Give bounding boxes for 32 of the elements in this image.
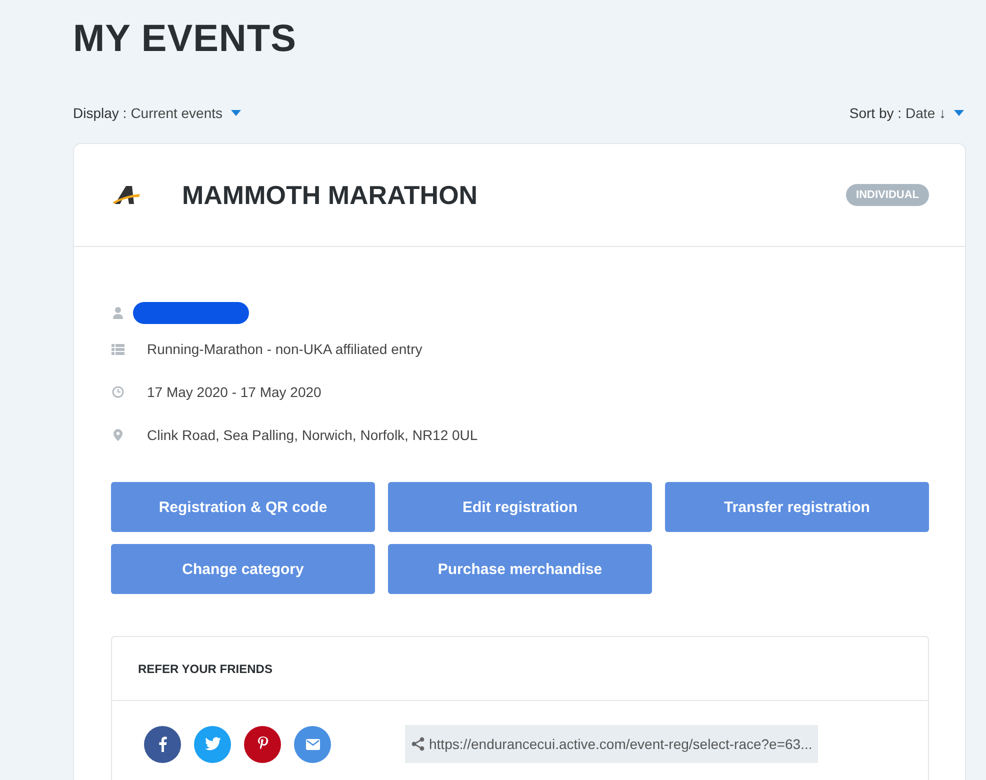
page-title: MY EVENTS (73, 18, 298, 61)
event-title: MAMMOTH MARATHON (182, 180, 479, 210)
action-button[interactable]: Registration & QR code (111, 482, 375, 532)
action-button[interactable]: Transfer registration (665, 482, 929, 532)
clock-icon (111, 386, 125, 398)
display-dropdown[interactable]: Current events (130, 105, 241, 121)
event-type-badge: INDIVIDUAL (846, 184, 929, 206)
person-icon (111, 307, 125, 319)
social-share-button[interactable] (244, 726, 281, 762)
caret-icon (954, 110, 964, 116)
email-share-button[interactable] (294, 726, 331, 762)
refer-title: REFER YOUR FRIENDS (138, 662, 272, 676)
social-share-button[interactable] (144, 726, 181, 762)
sort-label: Sort by : (849, 105, 902, 121)
bird-icon (204, 737, 220, 751)
location-pin-icon (111, 429, 125, 441)
logo-icon (112, 185, 142, 205)
event-detail: Clink Road, Sea Palling, Norwich, Norfolk, NR12 0UL (147, 427, 478, 443)
action-button[interactable]: Change category (111, 544, 375, 594)
list-icon (111, 344, 125, 354)
sort-dropdown[interactable]: Date ↓ (906, 105, 964, 121)
display-label: Display : (73, 105, 127, 121)
action-button[interactable]: Edit registration (388, 482, 652, 532)
share-link-field[interactable]: https://endurancecui.active.com/event-reg/select-race?e=63... (405, 725, 818, 763)
event-detail: Running-Marathon - non-UKA affiliated entry (147, 341, 422, 357)
social-share-button[interactable] (194, 726, 231, 762)
caret-icon (230, 110, 241, 116)
share-icon (411, 737, 425, 751)
action-button[interactable]: Purchase merchandise (388, 544, 652, 594)
envelope-icon (306, 738, 320, 750)
event-detail: 17 May 2020 - 17 May 2020 (147, 384, 322, 400)
letter-p-icon (256, 736, 268, 752)
